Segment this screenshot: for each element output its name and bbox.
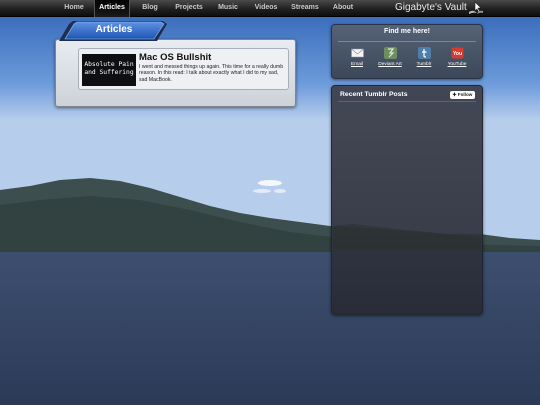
nav-item-articles[interactable]: Articles bbox=[94, 0, 130, 17]
youtube-icon: You bbox=[451, 47, 463, 59]
nav-item-about[interactable]: About bbox=[327, 0, 359, 17]
article-description: I went and messed things up again. This … bbox=[139, 64, 284, 83]
nav-item-music[interactable]: Music bbox=[212, 0, 244, 17]
svg-text:You: You bbox=[452, 51, 461, 57]
plus-icon: ✚ bbox=[452, 92, 457, 97]
follow-button-label: Follow bbox=[457, 92, 473, 97]
follow-button[interactable]: ✚ Follow bbox=[450, 91, 475, 99]
social-link-deviantart[interactable]: Deviant Art bbox=[373, 47, 407, 67]
divider bbox=[338, 101, 476, 102]
envelope-icon bbox=[350, 48, 364, 58]
pointer-wing-icon bbox=[469, 1, 483, 14]
tumblr-feed-area[interactable] bbox=[333, 104, 481, 312]
thumbnail-line: Absolute Pain bbox=[84, 61, 134, 68]
social-link-label: Email bbox=[351, 62, 363, 67]
articles-heading: Articles bbox=[95, 24, 133, 35]
social-link-tumblr[interactable]: Tumblr bbox=[407, 47, 441, 67]
nav-item-home[interactable]: Home bbox=[57, 0, 91, 17]
top-navigation-bar: Home Articles Blog Projects Music Videos… bbox=[0, 0, 540, 17]
social-link-label: Tumblr bbox=[416, 62, 432, 67]
tumblr-panel-title: Recent Tumblr Posts bbox=[340, 91, 408, 98]
nav-item-projects[interactable]: Projects bbox=[169, 0, 209, 17]
social-link-label: Deviant Art bbox=[378, 62, 402, 67]
article-title[interactable]: Mac OS Bullshit bbox=[139, 52, 211, 63]
thumbnail-line: and Suffering bbox=[84, 69, 134, 76]
social-link-email[interactable]: Email bbox=[340, 47, 374, 67]
nav-item-videos[interactable]: Videos bbox=[248, 0, 284, 17]
tumblr-icon bbox=[417, 47, 431, 59]
divider bbox=[338, 41, 476, 42]
social-link-youtube[interactable]: You YouTube bbox=[440, 47, 474, 67]
nav-item-streams[interactable]: Streams bbox=[286, 0, 324, 17]
social-link-label: YouTube bbox=[447, 62, 467, 67]
deviantart-icon bbox=[383, 47, 397, 59]
site-title[interactable]: Gigabyte's Vault bbox=[395, 2, 467, 13]
article-thumbnail[interactable]: Absolute Pain and Suffering bbox=[82, 54, 136, 86]
find-me-title: Find me here! bbox=[384, 28, 430, 35]
nav-item-blog[interactable]: Blog bbox=[134, 0, 166, 17]
